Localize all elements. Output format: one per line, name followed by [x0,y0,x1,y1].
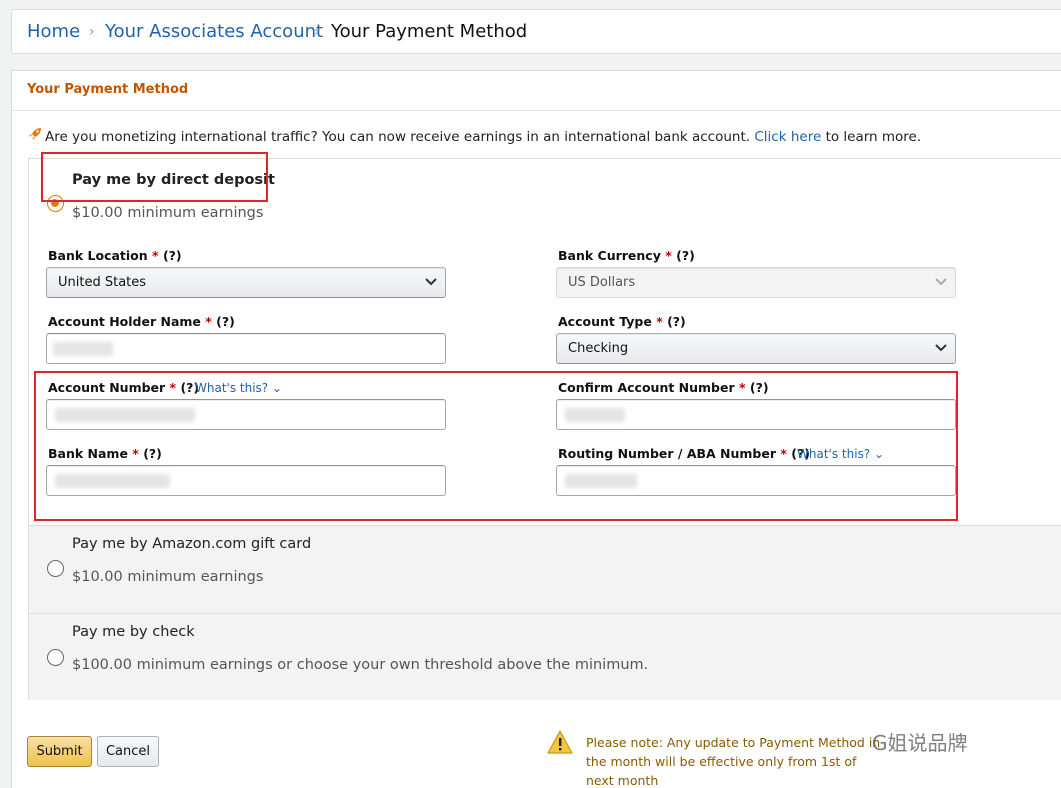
option-check[interactable]: Pay me by check $100.00 minimum earnings… [29,613,1061,700]
watermark-text: G姐说品牌 [872,731,968,755]
account-number-input[interactable] [46,399,446,430]
radio-gift-card[interactable] [47,560,64,577]
account-type-value: Checking [568,341,629,356]
submit-button[interactable]: Submit [27,736,92,767]
account-holder-input[interactable] [46,333,446,364]
gift-card-subtitle: $10.00 minimum earnings [72,569,264,585]
payment-method-note: Please note: Any update to Payment Metho… [586,735,881,788]
account-number-whats-this-link[interactable]: What's this? ⌄ [195,381,282,395]
bank-location-value: United States [58,275,147,290]
chevron-down-icon [935,340,947,358]
bank-location-select[interactable]: United States [46,267,446,298]
redacted-value [53,342,113,356]
routing-number-label: Routing Number / ABA Number * (?) [558,446,810,461]
chevron-down-icon [935,274,947,292]
gift-card-title: Pay me by Amazon.com gift card [72,536,312,552]
bank-currency-label: Bank Currency * (?) [558,248,695,263]
account-holder-label: Account Holder Name * (?) [48,314,235,329]
direct-deposit-subtitle: $10.00 minimum earnings [72,205,264,221]
confirm-account-number-input[interactable] [556,399,956,430]
breadcrumb-current: Your Payment Method [331,21,528,42]
breadcrumb: Home › Your Associates Account › Your Pa… [11,9,1061,54]
check-subtitle: $100.00 minimum earnings or choose your … [72,657,649,673]
panel-title: Your Payment Method [27,82,189,97]
international-notice: Are you monetizing international traffic… [28,127,921,145]
chevron-down-icon [425,274,437,292]
radio-check[interactable] [47,649,64,666]
breadcrumb-home-link[interactable]: Home [27,21,80,42]
routing-number-input[interactable] [556,465,956,496]
check-title: Pay me by check [72,624,195,640]
confirm-account-number-label: Confirm Account Number * (?) [558,380,769,395]
notice-text: Are you monetizing international traffic… [45,129,751,145]
rocket-icon [28,127,42,145]
bank-currency-select: US Dollars [556,267,956,298]
account-number-label: Account Number * (?) [48,380,200,395]
routing-number-whats-this-link[interactable]: What's this? ⌄ [797,447,884,461]
breadcrumb-account-link[interactable]: Your Associates Account [105,21,323,42]
warning-triangle-icon [547,730,573,754]
redacted-value [565,474,637,488]
account-type-select[interactable]: Checking [556,333,956,364]
bank-currency-value: US Dollars [568,275,636,290]
redacted-value [55,474,170,488]
breadcrumb-separator: › [89,24,95,40]
option-gift-card[interactable]: Pay me by Amazon.com gift card $10.00 mi… [29,525,1061,613]
panel-header: Your Payment Method [12,71,1061,111]
bank-location-label: Bank Location * (?) [48,248,182,263]
bank-name-label: Bank Name * (?) [48,446,162,461]
redacted-value [565,408,625,422]
notice-suffix: to learn more. [825,129,922,145]
account-type-label: Account Type * (?) [558,314,686,329]
highlight-box-direct-deposit [41,152,268,202]
click-here-link[interactable]: Click here [754,129,821,145]
breadcrumb-separator: › [314,24,320,40]
cancel-button[interactable]: Cancel [97,736,159,767]
bank-name-input[interactable] [46,465,446,496]
redacted-value [55,408,195,422]
